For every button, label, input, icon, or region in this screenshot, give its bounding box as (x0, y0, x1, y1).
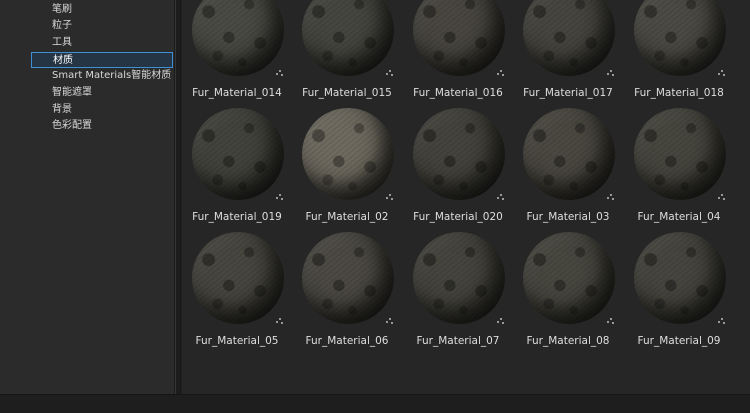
material-tile[interactable]: Fur_Material_04 (624, 108, 734, 248)
material-name: Fur_Material_015 (302, 87, 392, 99)
material-tile[interactable]: Fur_Material_07 (403, 232, 513, 372)
material-badge-icon (718, 194, 725, 200)
material-tile[interactable]: Fur_Material_02 (292, 108, 402, 248)
material-name: Fur_Material_08 (526, 335, 610, 347)
material-badge-icon (276, 70, 283, 76)
material-name: Fur_Material_04 (637, 211, 721, 223)
material-tile[interactable]: Fur_Material_09 (624, 232, 734, 372)
material-tile[interactable]: Fur_Material_03 (513, 108, 623, 248)
material-name: Fur_Material_03 (526, 211, 610, 223)
material-tile[interactable]: Fur_Material_08 (513, 232, 623, 372)
material-name: Fur_Material_07 (416, 335, 500, 347)
material-badge-icon (607, 70, 614, 76)
material-sphere-preview (634, 232, 726, 324)
material-badge-icon (386, 318, 393, 324)
sidebar-item-brushes[interactable]: 笔刷 (30, 2, 172, 18)
sidebar-item-smart-masks[interactable]: 智能遮罩 (30, 85, 172, 101)
sidebar-item-color-profiles[interactable]: 色彩配置 (30, 118, 172, 134)
material-badge-icon (276, 194, 283, 200)
sidebar-item-particles[interactable]: 粒子 (30, 18, 172, 34)
material-badge-icon (718, 70, 725, 76)
material-tile[interactable]: Fur_Material_015 (292, 0, 402, 124)
material-name: Fur_Material_06 (305, 335, 389, 347)
material-sphere-preview (413, 0, 505, 76)
material-sphere-preview (192, 0, 284, 76)
material-name: Fur_Material_016 (413, 87, 503, 99)
material-badge-icon (718, 318, 725, 324)
material-sphere-preview (192, 108, 284, 200)
material-badge-icon (497, 318, 504, 324)
material-sphere-preview (634, 0, 726, 76)
material-sphere-preview (302, 0, 394, 76)
sidebar-item-materials[interactable]: 材质 (31, 52, 173, 68)
material-sphere-preview (302, 232, 394, 324)
material-sphere-preview (523, 108, 615, 200)
material-badge-icon (497, 70, 504, 76)
material-tile[interactable]: Fur_Material_016 (403, 0, 513, 124)
sidebar-item-environments[interactable]: 背景 (30, 102, 172, 118)
material-tile[interactable]: Fur_Material_017 (513, 0, 623, 124)
panel-splitter[interactable] (175, 0, 181, 394)
material-sphere-preview (523, 232, 615, 324)
material-name: Fur_Material_020 (413, 211, 503, 223)
material-name: Fur_Material_017 (523, 87, 613, 99)
sidebar-item-smart-materials[interactable]: Smart Materials智能材质 (30, 68, 172, 84)
material-sphere-preview (413, 232, 505, 324)
material-name: Fur_Material_018 (634, 87, 724, 99)
material-tile[interactable]: Fur_Material_014 (182, 0, 292, 124)
material-name: Fur_Material_05 (195, 335, 279, 347)
material-tile[interactable]: Fur_Material_06 (292, 232, 402, 372)
material-tile[interactable]: Fur_Material_020 (403, 108, 513, 248)
material-badge-icon (276, 318, 283, 324)
shelf-category-sidebar: 笔刷 粒子 工具 材质 Smart Materials智能材质 智能遮罩 背景 … (30, 0, 175, 394)
material-tile[interactable]: Fur_Material_05 (182, 232, 292, 372)
material-name: Fur_Material_02 (305, 211, 389, 223)
bottom-status-bar (0, 394, 750, 413)
material-sphere-preview (523, 0, 615, 76)
material-name: Fur_Material_014 (192, 87, 282, 99)
material-name: Fur_Material_019 (192, 211, 282, 223)
material-thumbnail-grid: Fur_Material_014 Fur_Material_015 Fur_Ma… (182, 0, 750, 394)
material-sphere-preview (192, 232, 284, 324)
material-badge-icon (497, 194, 504, 200)
material-sphere-preview (634, 108, 726, 200)
material-sphere-preview (413, 108, 505, 200)
material-sphere-preview (302, 108, 394, 200)
material-badge-icon (607, 194, 614, 200)
material-tile[interactable]: Fur_Material_018 (624, 0, 734, 124)
sidebar-item-tools[interactable]: 工具 (30, 35, 172, 51)
material-badge-icon (386, 70, 393, 76)
material-badge-icon (386, 194, 393, 200)
left-gutter (0, 0, 31, 394)
material-name: Fur_Material_09 (637, 335, 721, 347)
material-badge-icon (607, 318, 614, 324)
material-tile[interactable]: Fur_Material_019 (182, 108, 292, 248)
